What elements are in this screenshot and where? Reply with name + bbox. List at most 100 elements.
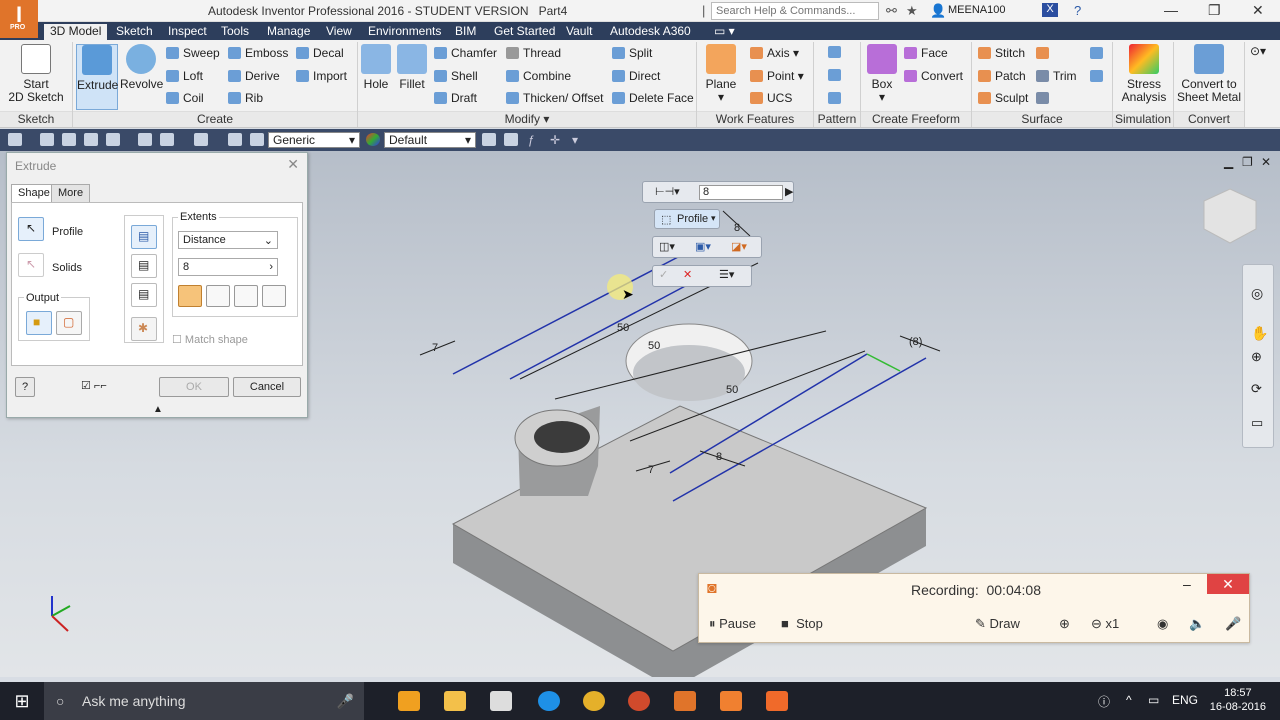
ucs-button[interactable]: UCS (750, 91, 792, 105)
material-select[interactable]: Generic ▾ (268, 132, 360, 148)
appearance-select[interactable]: Default ▾ (384, 132, 476, 148)
thread-button[interactable]: Thread (506, 46, 561, 60)
ok-button[interactable]: OK (159, 377, 229, 397)
doc-restore-button[interactable]: ❐ (1242, 155, 1253, 169)
distance-input[interactable]: 8 › (178, 258, 278, 276)
thicken-offset-button[interactable]: Thicken/ Offset (506, 91, 603, 105)
menu-icon[interactable]: ☰▾ (719, 268, 734, 281)
derive-button[interactable]: Derive (228, 69, 280, 83)
update-icon[interactable] (160, 133, 174, 146)
match-shape-checkbox[interactable]: ☐ Match shape (172, 333, 248, 346)
intersect-button[interactable]: ▤ (131, 283, 157, 307)
ribbon-options-icon[interactable]: ⊙▾ (1250, 44, 1266, 58)
steering-wheel-icon[interactable]: ◎ (1251, 285, 1263, 302)
dialog-close-icon[interactable]: ✕ (287, 156, 299, 173)
draw-button[interactable]: ✎ Draw (975, 616, 1020, 632)
tab-a360[interactable]: Autodesk A360 (604, 24, 697, 40)
restore-button[interactable]: ❐ (1208, 2, 1221, 19)
combine-button[interactable]: Combine (506, 69, 571, 83)
inventor-taskbar-icon[interactable] (674, 691, 696, 711)
mini-distance-input[interactable]: 8 (699, 185, 783, 200)
direction-asymmetric-button[interactable] (262, 285, 286, 307)
dimension-label[interactable]: 7 (648, 464, 654, 476)
tab-more[interactable]: More (51, 184, 91, 203)
direction-default-button[interactable] (178, 285, 202, 307)
fillet-button[interactable]: Fillet (396, 44, 428, 91)
app-icon-fusion[interactable] (398, 691, 420, 711)
powerpoint-icon[interactable] (628, 691, 650, 711)
output-solid-button[interactable]: ■ (26, 311, 52, 335)
new-solid-button[interactable]: ✱ (131, 317, 157, 341)
output-surface-button[interactable]: ▢ (56, 311, 82, 335)
replace-face-button[interactable] (1090, 46, 1107, 60)
search-input[interactable] (711, 2, 879, 20)
loft-button[interactable]: Loft (166, 69, 203, 83)
edge-icon[interactable] (538, 691, 560, 711)
profile-edge[interactable] (866, 353, 901, 372)
sculpt-button[interactable]: Sculpt (978, 91, 1028, 105)
select-icon[interactable] (194, 133, 208, 146)
tab-inspect[interactable]: Inspect (162, 24, 213, 40)
pause-button[interactable]: ⏸ Pause (709, 616, 756, 632)
stitch-button[interactable]: Stitch (978, 46, 1025, 60)
doc-minimize-button[interactable]: ▁ (1224, 155, 1233, 169)
exchange-icon[interactable]: X (1042, 3, 1058, 17)
binoculars-icon[interactable]: ⚯ (886, 3, 897, 19)
shell-button[interactable]: Shell (434, 69, 478, 83)
coil-button[interactable]: Coil (166, 91, 204, 105)
emboss-button[interactable]: Emboss (228, 46, 288, 60)
look-at-icon[interactable]: ▭ (1251, 415, 1263, 431)
chrome-icon[interactable] (583, 691, 605, 711)
operation-join-icon[interactable]: ▣▾ (695, 240, 711, 253)
recorder-close-button[interactable]: ✕ (1207, 574, 1249, 594)
cancel-button[interactable]: Cancel (233, 377, 301, 397)
box-button[interactable]: Box ▾ (866, 44, 898, 104)
taskbar-search[interactable]: ○ Ask me anything 🎤 (44, 682, 364, 720)
expand-arrow-icon[interactable]: ▲ (153, 404, 163, 415)
star-icon[interactable]: ★ (906, 3, 918, 19)
function-icon[interactable]: ƒ (528, 133, 542, 147)
info-icon[interactable]: ⓘ (1098, 693, 1110, 710)
tab-sketch[interactable]: Sketch (110, 24, 159, 40)
measure-icon[interactable] (228, 133, 242, 146)
tray-chevron-icon[interactable]: ^ (1126, 693, 1132, 707)
speaker-icon[interactable]: 🔈 (1189, 616, 1205, 632)
dimension-label[interactable]: 7 (432, 342, 438, 354)
plane-button[interactable]: Plane ▾ (702, 44, 740, 104)
circular-pattern-button[interactable] (828, 68, 845, 82)
dimension-label[interactable]: 50 (726, 384, 738, 396)
preview-checkbox[interactable]: ☑ ⌐⌐ (81, 379, 107, 392)
stress-analysis-button[interactable]: Stress Analysis (1118, 44, 1170, 104)
zoom-out-button[interactable]: ⊖ x1 (1091, 616, 1119, 632)
app-logo[interactable]: I PRO (0, 0, 38, 38)
direction-flipped-button[interactable] (206, 285, 230, 307)
dimension-label[interactable]: 50 (648, 340, 660, 352)
ok-check-icon[interactable]: ✓ (659, 268, 668, 281)
tab-vault[interactable]: Vault (560, 24, 598, 40)
dimension-label[interactable]: (8) (909, 336, 922, 348)
app-icon-g[interactable] (720, 691, 742, 711)
point-button[interactable]: Point ▾ (750, 69, 804, 83)
rib-button[interactable]: Rib (228, 91, 263, 105)
tab-environments[interactable]: Environments (362, 24, 447, 40)
direction-icon[interactable]: ◪▾ (731, 240, 747, 253)
clear-appearance-icon[interactable] (482, 133, 496, 146)
user-icon[interactable]: 👤 (930, 3, 946, 19)
adjust-icon[interactable] (504, 133, 518, 146)
delete-face-button[interactable]: Delete Face (612, 91, 694, 105)
profile-select-button[interactable]: ↖ (18, 217, 44, 241)
file-explorer-icon[interactable] (444, 691, 466, 711)
orbit-icon[interactable]: ⟳ (1251, 381, 1262, 397)
new-icon[interactable] (8, 133, 22, 146)
output-solid-icon[interactable]: ◫▾ (659, 240, 675, 253)
import-button[interactable]: Import (296, 69, 347, 83)
pan-icon[interactable]: ✋ (1251, 325, 1268, 342)
language-indicator[interactable]: ENG (1172, 693, 1198, 707)
trim-button[interactable]: Trim (1036, 69, 1077, 83)
direction-symmetric-button[interactable] (234, 285, 258, 307)
patch-button[interactable]: Patch (978, 69, 1026, 83)
mirror-button[interactable] (828, 91, 845, 105)
cut-button[interactable]: ▤ (131, 254, 157, 278)
dimension-label[interactable]: 8 (734, 222, 740, 234)
dimension-label[interactable]: 50 (617, 322, 629, 334)
